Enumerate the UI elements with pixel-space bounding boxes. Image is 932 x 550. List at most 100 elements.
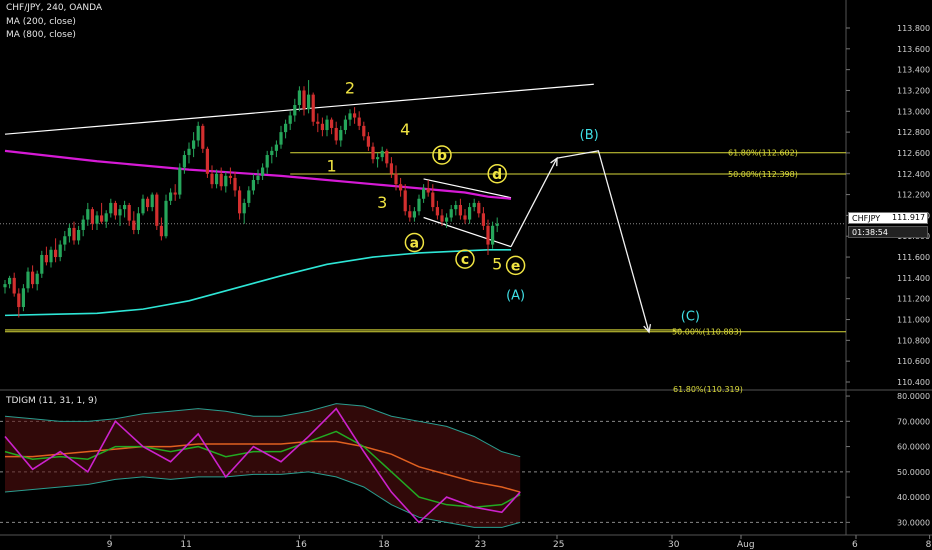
candle-body	[399, 184, 403, 191]
candle-body	[316, 121, 320, 124]
candle-body	[435, 207, 439, 216]
candle-body	[412, 211, 416, 218]
ma200-line	[4, 248, 511, 317]
candle-body	[201, 125, 205, 149]
candles-layer	[3, 80, 499, 318]
candle-body	[385, 150, 389, 164]
indicator-tick-label: 70.0000	[897, 417, 930, 426]
candle-body	[228, 175, 232, 178]
candle-body	[265, 155, 269, 168]
time-tick-label: 25	[553, 540, 564, 550]
wave-label-5: 5	[492, 254, 502, 273]
price-tick-label: 111.400	[897, 274, 930, 283]
price-tick-label: 111.600	[897, 253, 930, 262]
price-value-text: 111.917	[892, 213, 926, 222]
wave-label-4: 4	[400, 120, 410, 139]
candle-body	[173, 192, 177, 195]
candle-body	[376, 157, 380, 160]
wave-label-c: c	[461, 252, 469, 268]
indicator-tick-label: 60.0000	[897, 443, 930, 452]
candle-body	[159, 225, 163, 237]
fib-level-label: 61.80%(110.319)	[673, 385, 743, 394]
indicator-fill-layer	[5, 403, 521, 528]
candle-body	[100, 215, 104, 222]
chart-canvas[interactable]: 113.800 113.600 113.400 113.200 113.000 112.8…	[0, 0, 932, 550]
time-tick-label: 11	[180, 540, 191, 550]
candle-body	[3, 284, 7, 288]
candle-body	[389, 163, 393, 174]
time-tick-label: 8	[926, 540, 932, 550]
indicator-tick-label: 50.0000	[897, 468, 930, 477]
candle-body	[343, 119, 347, 131]
price-tick-label: 113.000	[897, 107, 930, 116]
candle-body	[146, 198, 150, 208]
candle-body	[311, 94, 315, 122]
candle-body	[81, 219, 85, 230]
candle-body	[49, 249, 53, 263]
candle-body	[458, 205, 462, 216]
candle-body	[297, 90, 301, 106]
candle-body	[495, 223, 499, 226]
candle-body	[454, 205, 458, 210]
symbol-title: CHF/JPY, 240, OANDA	[6, 3, 103, 13]
candle-body	[192, 140, 196, 149]
ma200-legend: MA (200, close)	[6, 17, 76, 27]
wave-label-1: 1	[327, 156, 337, 175]
candle-body	[238, 190, 242, 214]
countdown-tag: 01:38:54	[848, 226, 928, 238]
candle-body	[339, 130, 343, 141]
candle-body	[44, 254, 48, 263]
ma800-legend: MA (800, close)	[6, 30, 76, 40]
trendline	[423, 216, 512, 248]
candle-body	[118, 209, 122, 216]
candle-body	[26, 271, 30, 289]
candle-body	[123, 205, 127, 210]
candle-body	[233, 177, 237, 191]
candle-body	[224, 175, 228, 187]
candle-body	[431, 192, 435, 208]
candle-body	[325, 119, 329, 131]
candle-body	[288, 115, 292, 124]
price-tick-label: 113.800	[897, 24, 930, 33]
candle-body	[261, 167, 265, 176]
candle-body	[481, 213, 485, 226]
wave-label-2: 2	[345, 78, 355, 97]
candle-body	[274, 144, 278, 151]
candle-body	[463, 215, 467, 220]
wave-label-e: e	[511, 258, 521, 274]
candle-body	[440, 215, 444, 222]
time-tick-label: Aug	[737, 540, 755, 550]
indicator-tick-label: 40.0000	[897, 493, 930, 502]
wave-label-A: (A)	[506, 289, 525, 304]
candle-body	[293, 105, 297, 116]
candle-body	[242, 202, 246, 214]
candle-body	[468, 207, 472, 220]
candle-body	[219, 173, 223, 187]
candle-body	[196, 125, 200, 141]
candle-body	[408, 211, 412, 218]
wave-label-3: 3	[377, 193, 387, 212]
candle-body	[31, 271, 35, 285]
candle-body	[445, 217, 449, 222]
candle-body	[40, 254, 44, 274]
candle-body	[77, 229, 81, 241]
candle-body	[63, 236, 67, 245]
candle-body	[284, 123, 288, 133]
candle-body	[141, 198, 145, 214]
candle-body	[486, 225, 490, 245]
price-tick-label: 112.200	[897, 191, 930, 200]
time-tick-label: 16	[295, 540, 307, 550]
candle-body	[155, 194, 159, 226]
candle-body	[178, 167, 182, 195]
indicator-tick-label: 80.0000	[897, 392, 930, 401]
price-tick-label: 110.600	[897, 357, 930, 366]
candle-body	[215, 173, 219, 185]
wave-label-d: d	[492, 167, 502, 183]
candle-body	[132, 220, 136, 230]
wave-label-a: a	[410, 235, 419, 251]
fib-level-label: 50.00%(112.398)	[728, 170, 798, 179]
candle-body	[247, 190, 251, 203]
candle-body	[104, 213, 108, 222]
candle-body	[54, 249, 58, 258]
candle-body	[21, 288, 25, 308]
